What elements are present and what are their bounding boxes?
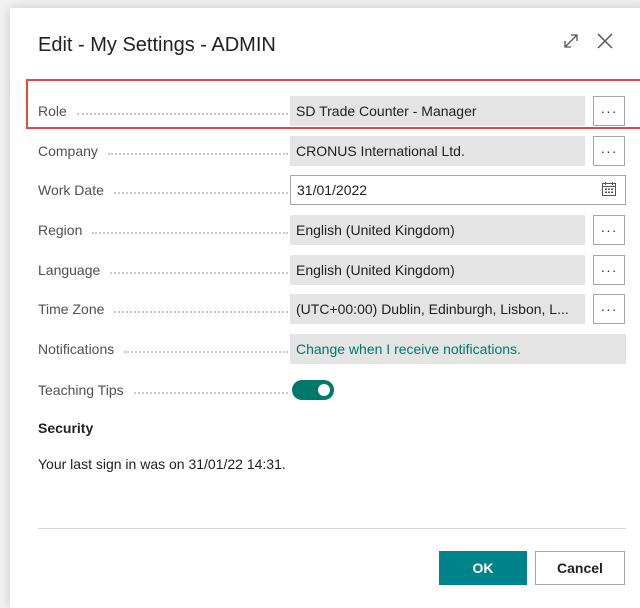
- expand-icon[interactable]: [562, 32, 580, 50]
- time-zone-label-wrap: Time Zone: [38, 301, 290, 317]
- notifications-label: Notifications: [38, 341, 115, 357]
- language-row: Language English (United Kingdom) ···: [38, 255, 628, 285]
- region-row: Region English (United Kingdom) ···: [38, 215, 628, 245]
- label-leader: [107, 152, 288, 155]
- company-lookup-button[interactable]: ···: [593, 136, 625, 166]
- calendar-icon[interactable]: [601, 181, 617, 200]
- company-field[interactable]: CRONUS International Ltd.: [290, 136, 585, 166]
- time-zone-field[interactable]: (UTC+00:00) Dublin, Edinburgh, Lisbon, L…: [290, 294, 585, 324]
- company-row: Company CRONUS International Ltd. ···: [38, 136, 628, 166]
- language-label-wrap: Language: [38, 262, 290, 278]
- security-heading: Security: [38, 420, 94, 436]
- time-zone-lookup-button[interactable]: ···: [593, 294, 625, 324]
- label-leader: [114, 310, 288, 313]
- work-date-label: Work Date: [38, 182, 104, 198]
- notifications-link[interactable]: Change when I receive notifications.: [290, 334, 626, 364]
- time-zone-row: Time Zone (UTC+00:00) Dublin, Edinburgh,…: [38, 294, 628, 324]
- work-date-value: 31/01/2022: [297, 182, 368, 198]
- cancel-button[interactable]: Cancel: [535, 551, 625, 585]
- label-leader: [113, 191, 288, 194]
- language-field[interactable]: English (United Kingdom): [290, 255, 585, 285]
- company-label-wrap: Company: [38, 143, 290, 159]
- company-label: Company: [38, 143, 98, 159]
- title-actions: [562, 32, 614, 50]
- toggle-knob: [318, 384, 330, 396]
- role-highlight-box: [26, 79, 640, 129]
- last-sign-in-text: Your last sign in was on 31/01/22 14:31.: [38, 456, 286, 472]
- language-label: Language: [38, 262, 101, 278]
- close-icon[interactable]: [596, 32, 614, 50]
- work-date-label-wrap: Work Date: [38, 182, 290, 198]
- label-leader: [124, 350, 288, 353]
- dialog-title: Edit - My Settings - ADMIN: [38, 34, 276, 56]
- footer-divider: [38, 528, 626, 529]
- teaching-tips-label-wrap: Teaching Tips: [38, 382, 290, 398]
- ok-button[interactable]: OK: [439, 551, 527, 585]
- notifications-row: Notifications Change when I receive noti…: [38, 334, 628, 364]
- time-zone-label: Time Zone: [38, 301, 105, 317]
- language-lookup-button[interactable]: ···: [593, 255, 625, 285]
- settings-dialog: Edit - My Settings - ADMIN Role SD Trade…: [10, 8, 640, 608]
- label-leader: [133, 391, 288, 394]
- region-label: Region: [38, 222, 83, 238]
- teaching-tips-label: Teaching Tips: [38, 382, 124, 398]
- region-lookup-button[interactable]: ···: [593, 215, 625, 245]
- notifications-label-wrap: Notifications: [38, 341, 290, 357]
- region-field[interactable]: English (United Kingdom): [290, 215, 585, 245]
- label-leader: [92, 231, 288, 234]
- work-date-row: Work Date 31/01/2022: [38, 175, 628, 205]
- region-label-wrap: Region: [38, 222, 290, 238]
- teaching-tips-toggle[interactable]: [292, 380, 334, 400]
- work-date-input[interactable]: 31/01/2022: [290, 175, 626, 205]
- label-leader: [110, 271, 288, 274]
